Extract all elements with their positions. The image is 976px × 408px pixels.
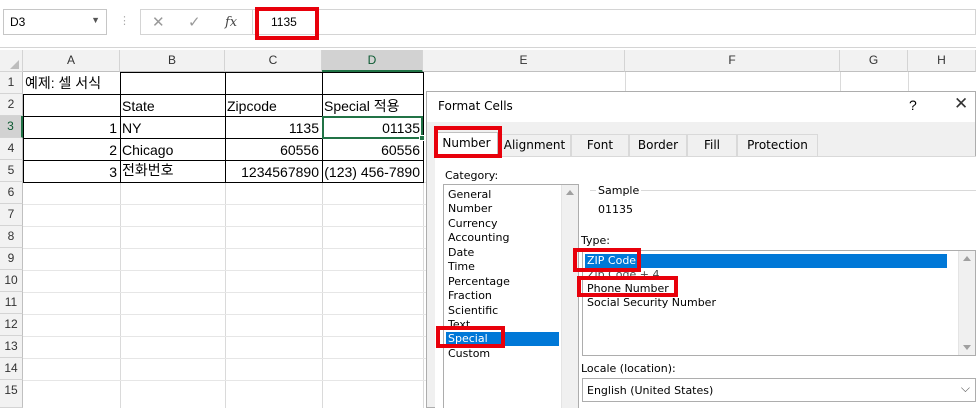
chevron-down-icon[interactable]: ▼ [91, 15, 100, 25]
tab-protection[interactable]: Protection [737, 134, 818, 156]
column-header-h[interactable]: H [908, 50, 976, 72]
locale-label: Locale (location): [581, 362, 676, 375]
cell-d5[interactable]: (123) 456-7890 [322, 161, 423, 183]
tab-border[interactable]: Border [629, 134, 687, 156]
locale-value: English (United States) [587, 384, 714, 397]
scroll-up-icon[interactable] [963, 256, 971, 261]
column-header-b[interactable]: B [120, 50, 225, 72]
row-header-4[interactable]: 4 [0, 138, 23, 160]
column-header-e[interactable]: E [423, 50, 625, 72]
formula-input[interactable]: 1135 [252, 9, 976, 35]
cell-b5[interactable]: 전화번호 [120, 159, 225, 181]
name-box-value: D3 [10, 15, 26, 29]
cell-d4[interactable]: 60556 [322, 139, 423, 161]
category-special[interactable]: Special [446, 332, 559, 346]
name-box[interactable]: D3 ▼ [3, 9, 107, 35]
cell-b4[interactable]: Chicago [120, 139, 225, 161]
cell-b3[interactable]: NY [120, 117, 225, 139]
category-currency[interactable]: Currency [448, 217, 498, 231]
row-header-12[interactable]: 12 [0, 314, 23, 336]
cell-c2[interactable]: Zipcode [225, 95, 322, 117]
check-icon[interactable]: ✓ [188, 13, 201, 31]
tab-fill[interactable]: Fill [687, 134, 737, 156]
excel-window: D3 ▼ ⋮ ✕ ✓ fx 1135 A B C D E F G H 1 2 3… [0, 0, 976, 408]
row-header-14[interactable]: 14 [0, 358, 23, 380]
cancel-icon[interactable]: ✕ [152, 13, 165, 31]
column-header-g[interactable]: G [840, 50, 908, 72]
cell-a4[interactable]: 2 [23, 139, 120, 161]
tab-number[interactable]: Number [435, 132, 498, 157]
category-label: Category: [445, 169, 499, 182]
column-header-c[interactable]: C [225, 50, 322, 72]
type-zip-code[interactable]: ZIP Code [585, 254, 947, 268]
close-button[interactable]: ✕ [954, 94, 968, 114]
category-general[interactable]: General [448, 188, 491, 202]
row-header-9[interactable]: 9 [0, 248, 23, 270]
category-number[interactable]: Number [448, 202, 492, 216]
dialog-title: Format Cells [438, 99, 513, 113]
cell-a1[interactable]: 예제: 셀 서식 [23, 72, 143, 94]
cell-c3[interactable]: 1135 [225, 117, 322, 139]
active-cell-outline [322, 116, 425, 141]
row-header-2[interactable]: 2 [0, 94, 23, 116]
type-phone-number[interactable]: Phone Number [587, 282, 669, 296]
category-accounting[interactable]: Accounting [448, 231, 509, 245]
category-fraction[interactable]: Fraction [448, 289, 492, 303]
insert-function-icon[interactable]: fx [225, 15, 237, 30]
category-text[interactable]: Text [448, 318, 470, 332]
category-scrollbar[interactable] [561, 185, 578, 408]
row-header-3[interactable]: 3 [0, 116, 23, 138]
row-header-10[interactable]: 10 [0, 270, 23, 292]
type-list[interactable]: ZIP Code Zip Code + 4 Phone Number Socia… [582, 250, 976, 356]
category-date[interactable]: Date [448, 246, 474, 260]
tab-font[interactable]: Font [571, 134, 629, 156]
column-header-f[interactable]: F [625, 50, 840, 72]
row-header-13[interactable]: 13 [0, 336, 23, 358]
help-button[interactable]: ? [909, 97, 917, 113]
formula-bar: D3 ▼ ⋮ ✕ ✓ fx 1135 [0, 0, 976, 48]
cell-d2[interactable]: Special 적용 [322, 95, 423, 117]
cell-a5[interactable]: 3 [23, 161, 120, 183]
formula-value: 1135 [271, 15, 297, 29]
cell-a3[interactable]: 1 [23, 117, 120, 139]
column-header-d[interactable]: D [322, 50, 423, 72]
cell-c4[interactable]: 60556 [225, 139, 322, 161]
row-header-8[interactable]: 8 [0, 226, 23, 248]
category-time[interactable]: Time [448, 260, 475, 274]
row-header-6[interactable]: 6 [0, 182, 23, 204]
category-percentage[interactable]: Percentage [448, 275, 510, 289]
row-header-7[interactable]: 7 [0, 204, 23, 226]
cell-c5[interactable]: 1234567890 [225, 161, 322, 183]
type-label: Type: [581, 234, 610, 247]
formula-buttons: ✕ ✓ fx [140, 9, 252, 35]
select-all-button[interactable] [0, 50, 23, 72]
cell-b2[interactable]: State [120, 95, 225, 117]
column-header-a[interactable]: A [23, 50, 120, 72]
fill-handle[interactable] [419, 135, 425, 141]
type-social-security-number[interactable]: Social Security Number [587, 296, 716, 310]
chevron-down-icon[interactable]: ⌵ [961, 381, 970, 396]
row-header-1[interactable]: 1 [0, 72, 23, 94]
row-header-5[interactable]: 5 [0, 160, 23, 182]
category-list[interactable]: General Number Currency Accounting Date … [443, 184, 579, 408]
sample-value: 01135 [598, 203, 633, 216]
category-custom[interactable]: Custom [448, 347, 490, 361]
number-tab-panel: Category: General Number Currency Accoun… [435, 156, 976, 408]
scroll-down-icon[interactable] [963, 345, 971, 350]
sample-group: Sample 01135 [590, 184, 976, 234]
type-zip-code-plus-4[interactable]: Zip Code + 4 [587, 268, 659, 282]
sample-label: Sample [596, 184, 642, 197]
type-scrollbar[interactable] [958, 251, 975, 355]
row-header-15[interactable]: 15 [0, 380, 23, 408]
tab-alignment[interactable]: Alignment [498, 134, 571, 156]
more-options-icon[interactable]: ⋮ [119, 14, 130, 27]
locale-select[interactable]: English (United States) ⌵ [582, 378, 976, 402]
dialog-title-bar: Format Cells ? ✕ [427, 92, 975, 122]
scroll-up-icon[interactable] [566, 190, 574, 195]
row-header-11[interactable]: 11 [0, 292, 23, 314]
category-scientific[interactable]: Scientific [448, 304, 498, 318]
format-cells-dialog: Format Cells ? ✕ Number Alignment Font B… [426, 91, 976, 408]
